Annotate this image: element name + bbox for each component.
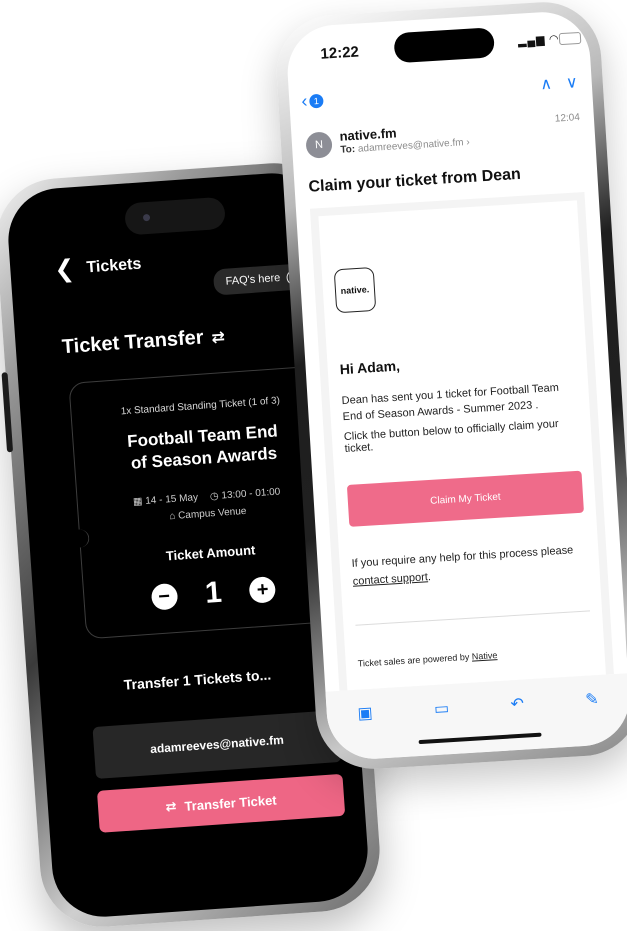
recipient-email-field[interactable]: adamreeves@native.fm xyxy=(92,709,342,779)
back-button[interactable]: ‹ 1 xyxy=(301,90,324,112)
venue-icon: ⌂ xyxy=(168,510,176,523)
dynamic-island xyxy=(124,196,227,236)
transfer-icon: ⇄ xyxy=(165,798,178,815)
claim-ticket-button[interactable]: Claim My Ticket xyxy=(346,470,584,527)
ticket-type: 1x Standard Standing Ticket (1 of 3) xyxy=(120,395,281,418)
native-link[interactable]: Native xyxy=(472,650,498,662)
sender-avatar: N xyxy=(305,131,333,159)
status-time: 12:22 xyxy=(320,43,360,63)
page-title: Ticket Transfer ⇄ xyxy=(61,325,226,359)
signal-wifi-icon: ▂▄▆ ◠ xyxy=(517,33,560,48)
contact-support-link[interactable]: contact support xyxy=(352,571,428,588)
event-name: Football Team End of Season Awards xyxy=(73,417,333,479)
transfer-button-label: Transfer Ticket xyxy=(183,791,278,814)
email-greeting: Hi Adam, xyxy=(339,357,401,378)
powered-text: Ticket sales are powered by xyxy=(357,651,470,669)
email-subject: Claim your ticket from Dean xyxy=(308,165,522,196)
dynamic-island xyxy=(393,27,496,64)
folder-icon[interactable]: ▭ xyxy=(433,698,450,719)
archive-icon[interactable]: ▣ xyxy=(357,703,373,724)
header-title: Tickets xyxy=(85,255,142,277)
ticket-amount-label: Ticket Amount xyxy=(165,542,256,564)
quantity-stepper: − 1 + xyxy=(84,567,344,619)
chevron-left-icon[interactable]: ❮ xyxy=(54,255,76,283)
chevron-up-icon[interactable]: ∧ xyxy=(540,74,553,95)
quantity-value: 1 xyxy=(203,575,223,610)
email-body: native. Hi Adam, Dean has sent you 1 tic… xyxy=(309,191,614,691)
event-dates-text: 14 - 15 May xyxy=(144,492,199,507)
email-card: native. Hi Adam, Dean has sent you 1 tic… xyxy=(318,200,606,691)
decrement-button[interactable]: − xyxy=(150,582,179,611)
help-text: If you require any help for this process… xyxy=(351,544,574,588)
chevron-left-icon: ‹ xyxy=(300,90,308,112)
battery-icon xyxy=(558,31,582,46)
calendar-icon: ▦ xyxy=(132,496,143,508)
camera-icon xyxy=(142,213,151,222)
native-logo: native. xyxy=(333,266,377,314)
clock-icon: ◷ xyxy=(209,490,220,503)
venue-text: Campus Venue xyxy=(177,505,247,522)
powered-by: Ticket sales are powered by Native xyxy=(357,650,497,669)
unread-badge: 1 xyxy=(308,93,324,109)
to-label: To: xyxy=(340,143,356,156)
ticket-notch xyxy=(69,528,90,549)
help-text-body: If you require any help for this process… xyxy=(351,544,574,570)
transfer-to-label: Transfer 1 Tickets to... xyxy=(123,666,272,693)
divider xyxy=(355,610,591,626)
compose-icon[interactable]: ✎ xyxy=(585,689,600,710)
transfer-ticket-button[interactable]: ⇄ Transfer Ticket xyxy=(96,773,346,833)
event-time: ◷ 13:00 - 01:00 xyxy=(210,486,281,502)
reply-icon[interactable]: ↶ xyxy=(510,694,525,715)
message-nav: ∧ ∨ xyxy=(540,72,579,94)
faq-label: FAQ's here xyxy=(225,271,281,288)
transfer-icon: ⇄ xyxy=(210,328,226,347)
event-dates: ▦ 14 - 15 May xyxy=(133,492,199,508)
sender-row: N native.fm To: adamreeves@native.fm › 1… xyxy=(305,112,582,165)
mail-app-phone: 12:22 ▂▄▆ ◠ ‹ 1 ∧ ∨ N native.fm To: adam… xyxy=(273,0,627,773)
chevron-down-icon[interactable]: ∨ xyxy=(565,72,579,93)
page-title-text: Ticket Transfer xyxy=(61,326,205,359)
mail-app-screen: 12:22 ▂▄▆ ◠ ‹ 1 ∧ ∨ N native.fm To: adam… xyxy=(284,9,627,762)
ticket-header: ❮ Tickets xyxy=(54,253,142,283)
increment-button[interactable]: + xyxy=(248,576,277,604)
event-time-text: 13:00 - 01:00 xyxy=(221,486,281,502)
received-time: 12:04 xyxy=(554,112,581,125)
mail-nav-bar: ‹ 1 ∧ ∨ xyxy=(301,72,579,113)
